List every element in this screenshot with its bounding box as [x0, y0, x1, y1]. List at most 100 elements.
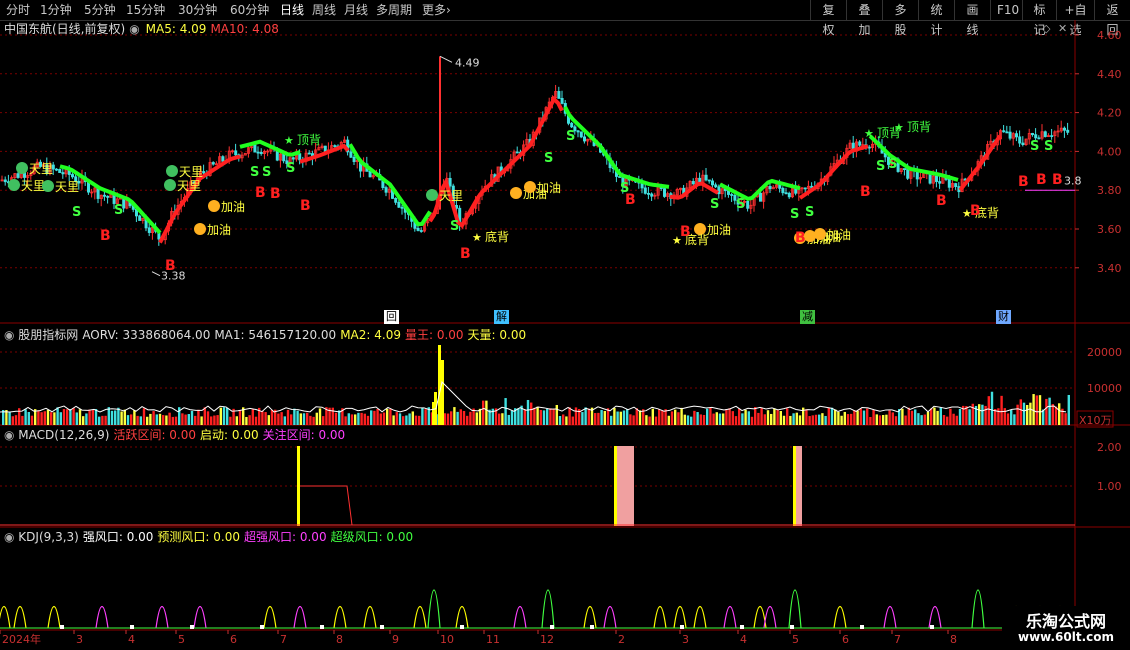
volume-bar: [542, 410, 546, 425]
candle-body: [746, 200, 750, 209]
volume-bar: [498, 413, 501, 425]
x-axis-label: 4: [740, 633, 747, 646]
candle-body: [307, 152, 311, 155]
volume-bar: [485, 400, 488, 425]
volume-bar: [587, 408, 590, 425]
volume-bar: [680, 407, 683, 425]
volume-bar: [949, 408, 952, 425]
period-daily[interactable]: 日线: [280, 2, 304, 18]
volume-bar: [718, 413, 722, 425]
multi-stock-button[interactable]: 多股: [882, 0, 918, 37]
volume-bar: [213, 415, 216, 425]
volume-bar: [162, 415, 165, 425]
candle-body: [384, 187, 388, 193]
kdj-spike: [455, 605, 469, 629]
volume-bar: [152, 411, 155, 425]
volume-bar: [930, 408, 933, 425]
stock-chart[interactable]: 4.60 4.40 4.20 4.00 3.80 3.60 3.40 20000 10000 X1…: [0, 20, 1130, 650]
volume-bar: [277, 413, 280, 425]
f10-button[interactable]: F10: [990, 0, 1022, 20]
kdj-spike: [693, 605, 707, 629]
kdj-spike: [928, 605, 942, 629]
mark-button[interactable]: 标记: [1022, 0, 1056, 37]
jiayou-icon: [510, 187, 522, 199]
volume-bar: [62, 409, 66, 425]
volume-bar: [347, 413, 350, 425]
volume-bar: [322, 416, 325, 425]
period-monthly[interactable]: 月线: [344, 2, 368, 18]
volume-bar: [379, 413, 382, 425]
volume-bar: [1000, 395, 1003, 425]
volume-bar: [14, 415, 18, 425]
tianli-icon: [426, 189, 438, 201]
x-axis-label: 2024年: [2, 632, 41, 646]
volume-bar: [1003, 408, 1006, 425]
buy-marker: B: [680, 224, 691, 240]
tianli-icon: [164, 179, 176, 191]
volume-bar: [446, 413, 450, 425]
period-intraday[interactable]: 分时: [6, 2, 30, 18]
volume-bar: [581, 412, 584, 425]
volume-bar: [245, 416, 248, 425]
volume-bar: [920, 415, 923, 425]
volume-bar: [738, 408, 741, 425]
stats-button[interactable]: 统计: [918, 0, 954, 37]
event-label-hui[interactable]: 回: [384, 310, 399, 324]
candle-body: [954, 183, 958, 188]
kdj-dot: [60, 625, 64, 629]
macd-tick-label: 2.00: [1097, 441, 1122, 454]
volume-bar: [754, 407, 757, 425]
volume-bar: [840, 415, 843, 425]
volume-bar: [30, 415, 34, 425]
event-label-jian[interactable]: 减: [800, 310, 815, 324]
period-toolbar: 分时 1分钟 5分钟 15分钟 30分钟 60分钟 日线 周线 月线 多周期 更…: [0, 0, 1130, 37]
volume-tick-label: 20000: [1087, 346, 1122, 359]
volume-bar: [603, 410, 606, 425]
candle-body: [103, 194, 107, 197]
kdj-dot: [930, 625, 934, 629]
period-60min[interactable]: 60分钟: [230, 2, 269, 18]
kdj-dot: [260, 625, 264, 629]
period-1min[interactable]: 1分钟: [40, 2, 72, 18]
volume-bar: [155, 414, 158, 425]
x-axis-label: 6: [842, 633, 849, 646]
period-more[interactable]: 更多›: [422, 2, 451, 18]
candle-body: [781, 187, 785, 194]
fuquan-button[interactable]: 复权: [810, 0, 846, 37]
x-axis-label: 6: [230, 633, 237, 646]
period-multi[interactable]: 多周期: [376, 2, 412, 18]
event-label-cai[interactable]: 财: [996, 310, 1011, 324]
x-axis-label: 7: [894, 633, 901, 646]
signal-label: 加油: [221, 200, 245, 214]
period-weekly[interactable]: 周线: [312, 2, 336, 18]
volume-bar: [811, 415, 814, 425]
volume-bar: [210, 416, 213, 425]
watermark: 乐淘公式网 www.60lt.com: [1002, 606, 1130, 650]
volume-bar: [843, 411, 846, 425]
volume-bar: [190, 410, 194, 425]
period-15min[interactable]: 15分钟: [126, 2, 165, 18]
draw-line-button[interactable]: 画线: [954, 0, 990, 37]
volume-bar: [747, 411, 750, 425]
add-watchlist-button[interactable]: +自选: [1056, 0, 1094, 37]
volume-bar: [418, 415, 421, 425]
jiayou-icon: [524, 181, 536, 193]
volume-bar: [760, 408, 763, 425]
volume-bar: [331, 407, 334, 425]
event-label-jie[interactable]: 解: [494, 310, 509, 324]
overlay-button[interactable]: 叠加: [846, 0, 882, 37]
price-tick-label: 3.60: [1097, 223, 1122, 236]
volume-bar: [910, 410, 914, 425]
volume-bar: [869, 416, 872, 425]
candle-body: [1031, 133, 1035, 136]
candle-body: [858, 141, 862, 146]
candle-body: [106, 195, 110, 198]
star-icon: ★: [864, 127, 874, 140]
period-30min[interactable]: 30分钟: [178, 2, 217, 18]
candle-body: [778, 184, 782, 189]
period-5min[interactable]: 5分钟: [84, 2, 116, 18]
back-button[interactable]: 返回: [1094, 0, 1130, 37]
signal-label: 天里: [179, 165, 203, 179]
volume-bar: [94, 409, 98, 425]
candle-body: [650, 193, 654, 197]
